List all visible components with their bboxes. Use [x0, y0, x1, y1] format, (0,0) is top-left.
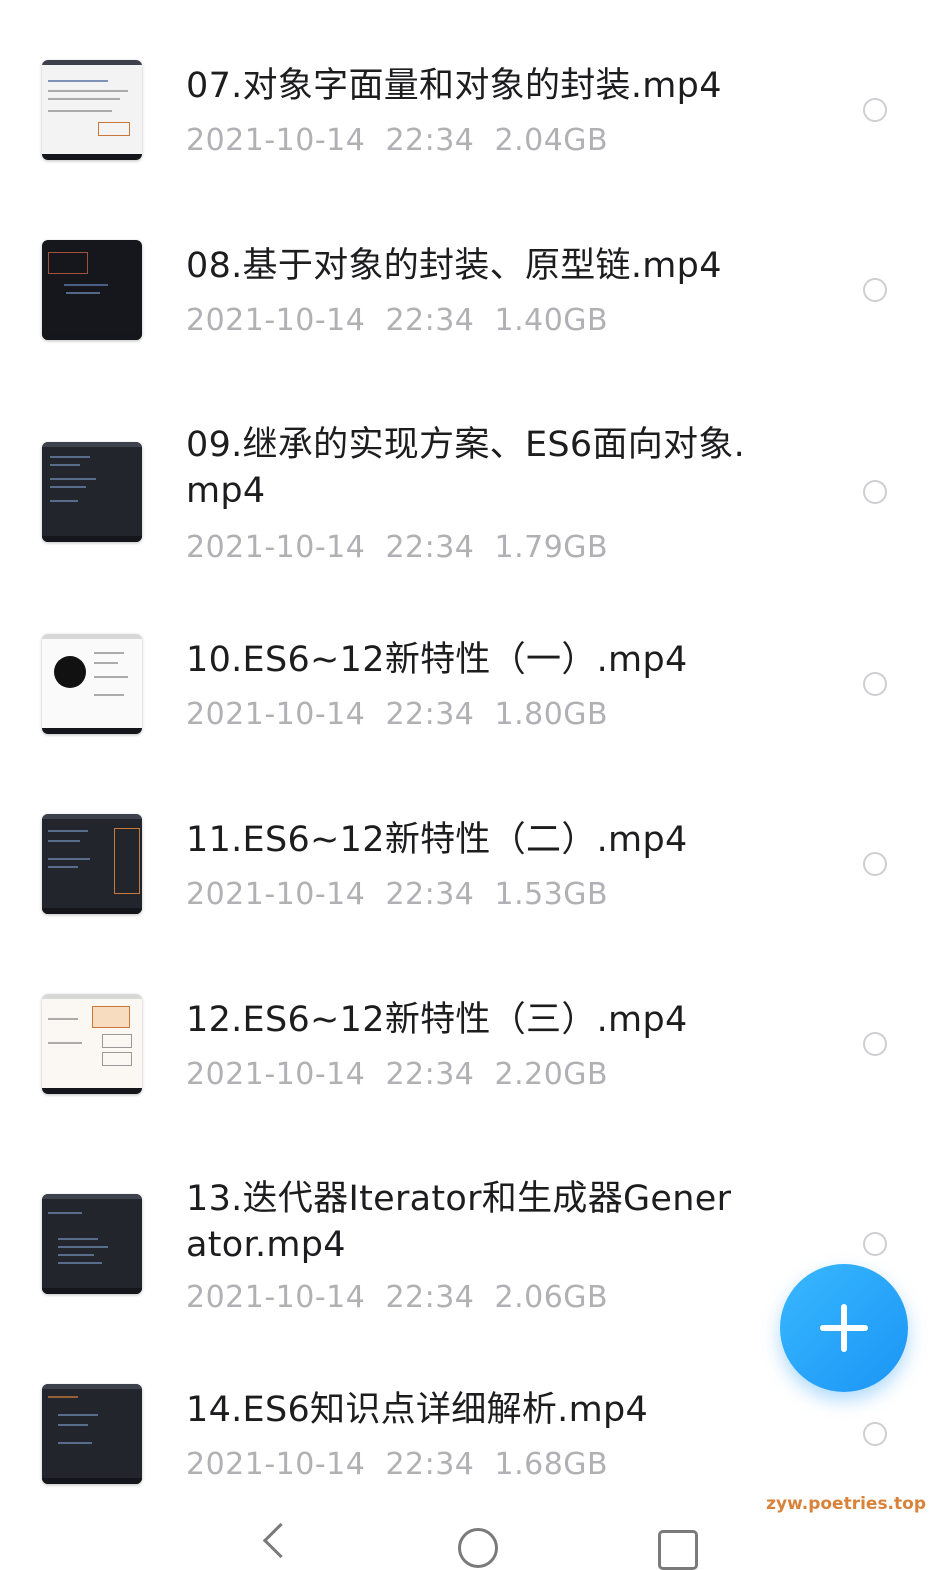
file-meta: 2021-10-14 22:34 1.68GB: [186, 1447, 608, 1482]
file-name: 11.ES6~12新特性（二）.mp4: [186, 820, 688, 860]
file-name: 10.ES6~12新特性（一）.mp4: [186, 640, 688, 680]
file-date: 2021-10-14: [186, 697, 366, 732]
file-time: 22:34: [385, 123, 475, 158]
video-thumbnail-icon: [42, 442, 142, 542]
back-icon[interactable]: [262, 1522, 299, 1559]
file-meta: 2021-10-14 22:34 1.80GB: [186, 697, 608, 732]
file-date: 2021-10-14: [186, 1447, 366, 1482]
file-date: 2021-10-14: [186, 530, 366, 565]
file-meta: 2021-10-14 22:34 1.40GB: [186, 303, 608, 338]
file-time: 22:34: [385, 1280, 475, 1315]
select-radio[interactable]: [863, 1232, 887, 1256]
file-size: 1.79GB: [494, 530, 609, 565]
plus-icon: [841, 1304, 847, 1352]
file-size: 1.68GB: [494, 1447, 609, 1482]
video-thumbnail-icon: [42, 240, 142, 340]
select-radio[interactable]: [863, 852, 887, 876]
file-name: 14.ES6知识点详细解析.mp4: [186, 1390, 649, 1430]
file-time: 22:34: [385, 1057, 475, 1092]
file-time: 22:34: [385, 530, 475, 565]
file-size: 2.04GB: [494, 123, 609, 158]
file-meta: 2021-10-14 22:34 2.04GB: [186, 123, 608, 158]
recent-apps-icon[interactable]: [658, 1530, 698, 1570]
file-meta: 2021-10-14 22:34 2.20GB: [186, 1057, 608, 1092]
video-thumbnail-icon: [42, 994, 142, 1094]
home-icon[interactable]: [458, 1528, 498, 1568]
file-name: 07.对象字面量和对象的封装.mp4: [186, 66, 722, 106]
file-size: 1.53GB: [494, 877, 609, 912]
file-name: 09.继承的实现方案、ES6面向对象.mp4: [186, 425, 746, 511]
video-thumbnail-icon: [42, 814, 142, 914]
video-thumbnail-icon: [42, 1384, 142, 1484]
select-radio[interactable]: [863, 672, 887, 696]
file-date: 2021-10-14: [186, 1280, 366, 1315]
select-radio[interactable]: [863, 1032, 887, 1056]
file-meta: 2021-10-14 22:34 1.53GB: [186, 877, 608, 912]
video-thumbnail-icon: [42, 1194, 142, 1294]
file-name: 12.ES6~12新特性（三）.mp4: [186, 1000, 688, 1040]
file-name: 13.迭代器Iterator和生成器Generator.mp4: [186, 1179, 732, 1265]
file-time: 22:34: [385, 697, 475, 732]
select-radio[interactable]: [863, 98, 887, 122]
video-thumbnail-icon: [42, 634, 142, 734]
file-date: 2021-10-14: [186, 1057, 366, 1092]
file-size: 2.06GB: [494, 1280, 609, 1315]
file-size: 1.40GB: [494, 303, 609, 338]
file-meta: 2021-10-14 22:34 2.06GB: [186, 1280, 608, 1315]
file-time: 22:34: [385, 303, 475, 338]
video-thumbnail-icon: [42, 60, 142, 160]
select-radio[interactable]: [863, 480, 887, 504]
file-name: 08.基于对象的封装、原型链.mp4: [186, 246, 722, 286]
watermark: zyw.poetries.top: [766, 1494, 926, 1514]
file-date: 2021-10-14: [186, 877, 366, 912]
file-meta: 2021-10-14 22:34 1.79GB: [186, 530, 608, 565]
file-time: 22:34: [385, 1447, 475, 1482]
file-date: 2021-10-14: [186, 123, 366, 158]
system-nav-bar: [0, 1520, 950, 1570]
select-radio[interactable]: [863, 278, 887, 302]
file-size: 1.80GB: [494, 697, 609, 732]
file-date: 2021-10-14: [186, 303, 366, 338]
add-button[interactable]: [780, 1264, 908, 1392]
file-time: 22:34: [385, 877, 475, 912]
select-radio[interactable]: [863, 1422, 887, 1446]
file-size: 2.20GB: [494, 1057, 609, 1092]
